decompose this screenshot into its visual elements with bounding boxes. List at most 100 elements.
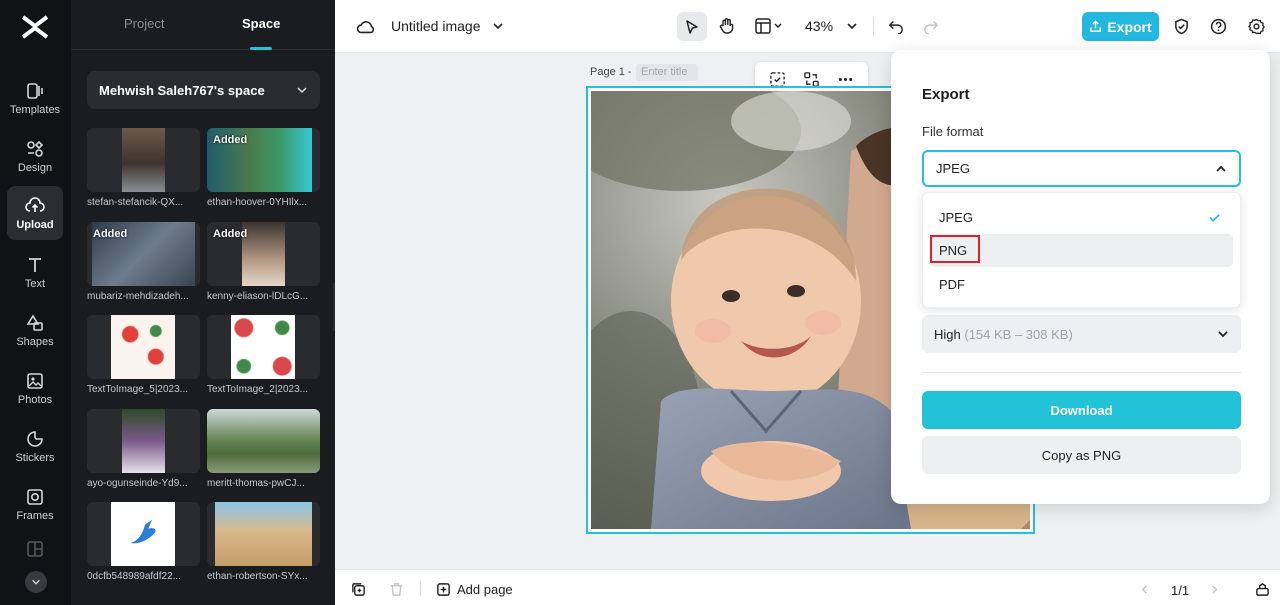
pages-panel-button[interactable] (1253, 580, 1271, 598)
bird-logo-icon (130, 519, 156, 544)
select-tool-button[interactable] (677, 12, 707, 41)
rail-item-text[interactable]: Text (7, 245, 63, 299)
shield-button[interactable] (1170, 15, 1192, 37)
capcut-logo[interactable] (20, 14, 50, 40)
asset-thumb[interactable]: Added (207, 222, 320, 286)
rail-item-label: Upload (16, 218, 54, 231)
redo-button[interactable] (920, 15, 942, 37)
asset-thumb[interactable] (87, 502, 200, 566)
file-format-select[interactable]: JPEG (922, 150, 1241, 187)
asset-label: ayo-ogunseinde-Yd9... (87, 478, 188, 489)
quality-range: (154 KB – 308 KB) (964, 326, 1073, 342)
layout-menu-button[interactable] (751, 13, 787, 39)
asset-thumb[interactable] (207, 315, 320, 379)
hand-tool-button[interactable] (715, 13, 739, 39)
rail-item-shapes[interactable]: Shapes (7, 303, 63, 357)
rail-item-design[interactable]: Design (7, 129, 63, 183)
next-page-button[interactable] (1207, 582, 1221, 596)
asset-thumb[interactable] (207, 502, 320, 566)
chevron-down-icon (297, 87, 307, 94)
export-panel: Export File format JPEG High (154 KB – 3… (891, 50, 1270, 504)
asset-image (111, 502, 175, 566)
chevron-down-icon (32, 579, 40, 585)
asset-thumb[interactable]: Added (87, 222, 200, 286)
swap-icon (803, 71, 819, 87)
format-option-jpeg[interactable]: JPEG (930, 201, 1233, 234)
collage-icon (27, 541, 43, 557)
tab-space[interactable]: Space (242, 16, 280, 31)
asset-label: kenny-eliason-lDLcG... (207, 291, 309, 302)
check-icon (1209, 214, 1220, 222)
asset-thumb[interactable] (87, 128, 200, 192)
gear-icon (1247, 18, 1265, 34)
duplicate-page-button[interactable] (349, 580, 367, 598)
more-horizontal-icon (838, 77, 852, 81)
cloud-save-icon[interactable] (355, 16, 377, 38)
copy-as-png-button[interactable]: Copy as PNG (922, 436, 1241, 474)
space-name: Mehwish Saleh767's space (99, 82, 265, 98)
asset-image (231, 315, 295, 379)
rail-item-templates[interactable]: Templates (7, 71, 63, 125)
prev-page-button[interactable] (1137, 582, 1151, 596)
added-badge: Added (213, 228, 248, 240)
tab-project[interactable]: Project (124, 16, 164, 31)
duplicate-icon (351, 582, 365, 596)
bottom-divider (420, 581, 421, 596)
rail-item-upload[interactable]: Upload (7, 186, 63, 240)
space-select[interactable]: Mehwish Saleh767's space (87, 71, 320, 109)
asset-label: ethan-hoover-0YHIlx... (207, 197, 308, 208)
asset-label: 0dcfb548989afdf22... (87, 571, 181, 582)
asset-label: ethan-robertson-SYx... (207, 571, 308, 582)
export-button[interactable]: Export (1082, 12, 1159, 41)
settings-button[interactable] (1245, 15, 1267, 37)
asset-thumb[interactable]: Added (207, 128, 320, 192)
cursor-icon (686, 19, 698, 34)
chevron-up-icon (1216, 165, 1226, 172)
select-area-icon (769, 71, 785, 87)
chevron-right-icon (1211, 584, 1217, 594)
asset-label: TextToImage_5|2023... (87, 384, 188, 395)
rail-item-stickers[interactable]: Stickers (7, 419, 63, 473)
delete-page-button[interactable] (387, 580, 405, 598)
option-label: JPEG (939, 210, 973, 225)
asset-image (122, 409, 165, 473)
rail-item-photos[interactable]: Photos (7, 361, 63, 415)
asset-thumb[interactable] (87, 409, 200, 473)
export-panel-title: Export (922, 86, 970, 103)
asset-label: stefan-stefancik-QX... (87, 197, 184, 208)
undo-button[interactable] (885, 15, 907, 37)
added-badge: Added (213, 134, 248, 146)
stickers-icon (27, 430, 43, 447)
rail-item-label: Text (24, 277, 46, 290)
asset-image (122, 128, 165, 192)
document-title[interactable]: Untitled image (391, 18, 481, 34)
rail-item-frames[interactable]: Frames (7, 477, 63, 531)
add-page-button[interactable]: Add page (436, 582, 513, 597)
asset-thumb[interactable] (87, 315, 200, 379)
asset-image (207, 409, 320, 473)
rail-item-collage[interactable] (7, 535, 63, 575)
export-label: Export (1107, 18, 1152, 35)
rail-item-label: Design (17, 161, 53, 174)
quality-select[interactable]: High (154 KB – 308 KB) (922, 315, 1241, 353)
add-page-label: Add page (457, 582, 513, 597)
undo-icon (888, 21, 903, 34)
chevron-left-icon (1141, 584, 1147, 594)
download-button[interactable]: Download (922, 391, 1241, 429)
help-button[interactable] (1207, 15, 1229, 37)
collapse-chevron[interactable] (25, 571, 47, 593)
zoom-chevron-down-icon[interactable] (845, 19, 859, 33)
shield-icon (1174, 18, 1188, 34)
format-option-pdf[interactable]: PDF (930, 268, 1233, 301)
page-title-input[interactable]: Enter title (636, 64, 698, 81)
page-label: Page 1 - (590, 66, 632, 78)
rail-item-label: Templates (9, 103, 61, 116)
asset-thumb[interactable] (207, 409, 320, 473)
rail-item-label: Photos (17, 393, 53, 406)
rail-item-label: Shapes (16, 335, 54, 348)
asset-label: TextToImage_2|2023... (207, 384, 308, 395)
zoom-level[interactable]: 43% (805, 18, 833, 34)
bottom-bar: Add page 1/1 (335, 569, 1280, 605)
chevron-down-icon[interactable] (491, 19, 505, 33)
export-upload-icon (1090, 20, 1102, 32)
